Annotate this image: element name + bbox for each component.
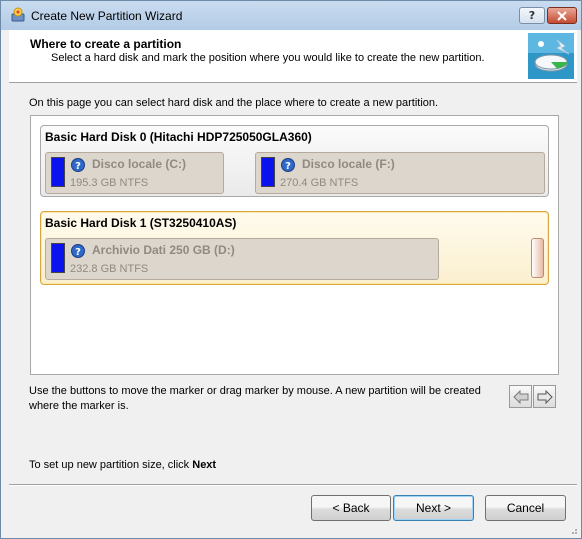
wizard-app-icon bbox=[11, 7, 25, 22]
footer-separator bbox=[9, 484, 577, 486]
intro-text: On this page you can select hard disk an… bbox=[29, 97, 439, 109]
partition-usage-bar bbox=[51, 243, 65, 273]
svg-text:?: ? bbox=[75, 161, 81, 172]
question-icon: ? bbox=[71, 244, 85, 258]
question-icon: ? bbox=[71, 158, 85, 172]
wizard-header: Where to create a partition Select a har… bbox=[9, 30, 577, 83]
next-button[interactable]: Next > bbox=[393, 495, 474, 521]
help-button[interactable]: ? bbox=[519, 7, 545, 24]
cancel-button[interactable]: Cancel bbox=[485, 495, 566, 521]
wizard-window: Create New Partition Wizard ? Where to c… bbox=[0, 0, 582, 539]
close-button[interactable] bbox=[547, 7, 577, 24]
disk-list[interactable]: Basic Hard Disk 0 (Hitachi HDP725050GLA3… bbox=[30, 115, 559, 375]
disk-0[interactable]: Basic Hard Disk 0 (Hitachi HDP725050GLA3… bbox=[40, 125, 549, 197]
partition-usage-bar bbox=[261, 157, 275, 187]
close-icon bbox=[557, 10, 567, 21]
help-icon: ? bbox=[528, 9, 536, 22]
move-marker-left-button[interactable] bbox=[509, 385, 532, 408]
partition-f[interactable]: ? Disco locale (F:) 270.4 GB NTFS bbox=[255, 152, 545, 194]
disk-name: Basic Hard Disk 0 (Hitachi HDP725050GLA3… bbox=[45, 130, 312, 144]
partition-name: Disco locale (C:) bbox=[92, 157, 187, 171]
page-title: Where to create a partition bbox=[30, 37, 182, 51]
partition-usage-bar bbox=[51, 157, 65, 187]
new-partition-marker[interactable] bbox=[531, 238, 544, 278]
title-bar[interactable]: Create New Partition Wizard ? bbox=[1, 1, 581, 30]
window-title: Create New Partition Wizard bbox=[31, 9, 183, 23]
svg-text:?: ? bbox=[285, 161, 291, 172]
svg-text:?: ? bbox=[75, 247, 81, 258]
partition-size: 232.8 GB NTFS bbox=[70, 263, 149, 275]
page-subtitle: Select a hard disk and mark the position… bbox=[51, 52, 485, 64]
partition-wizard-icon bbox=[528, 33, 574, 79]
arrow-right-icon bbox=[537, 389, 553, 404]
footer-next-word: Next bbox=[192, 459, 217, 471]
move-marker-right-button[interactable] bbox=[533, 385, 556, 408]
question-icon: ? bbox=[281, 158, 295, 172]
marker-hint: Use the buttons to move the marker or dr… bbox=[29, 385, 481, 412]
partition-d[interactable]: ? Archivio Dati 250 GB (D:) 232.8 GB NTF… bbox=[45, 238, 439, 280]
disk-1[interactable]: Basic Hard Disk 1 (ST3250410AS) ? Archiv… bbox=[40, 211, 549, 285]
partition-size: 195.3 GB NTFS bbox=[70, 177, 149, 189]
partition-size: 270.4 GB NTFS bbox=[280, 177, 359, 189]
back-button[interactable]: < Back bbox=[311, 495, 391, 521]
partition-c[interactable]: ? Disco locale (C:) 195.3 GB NTFS bbox=[45, 152, 224, 194]
partition-name: Disco locale (F:) bbox=[302, 157, 395, 171]
partition-name: Archivio Dati 250 GB (D:) bbox=[92, 243, 235, 257]
arrow-left-icon bbox=[512, 389, 528, 404]
footer-instruction: To set up new partition size, click Next bbox=[29, 459, 216, 471]
footer-text: To set up new partition size, click bbox=[29, 459, 190, 471]
disk-name: Basic Hard Disk 1 (ST3250410AS) bbox=[45, 216, 237, 230]
resize-grip-icon[interactable] bbox=[568, 525, 578, 535]
